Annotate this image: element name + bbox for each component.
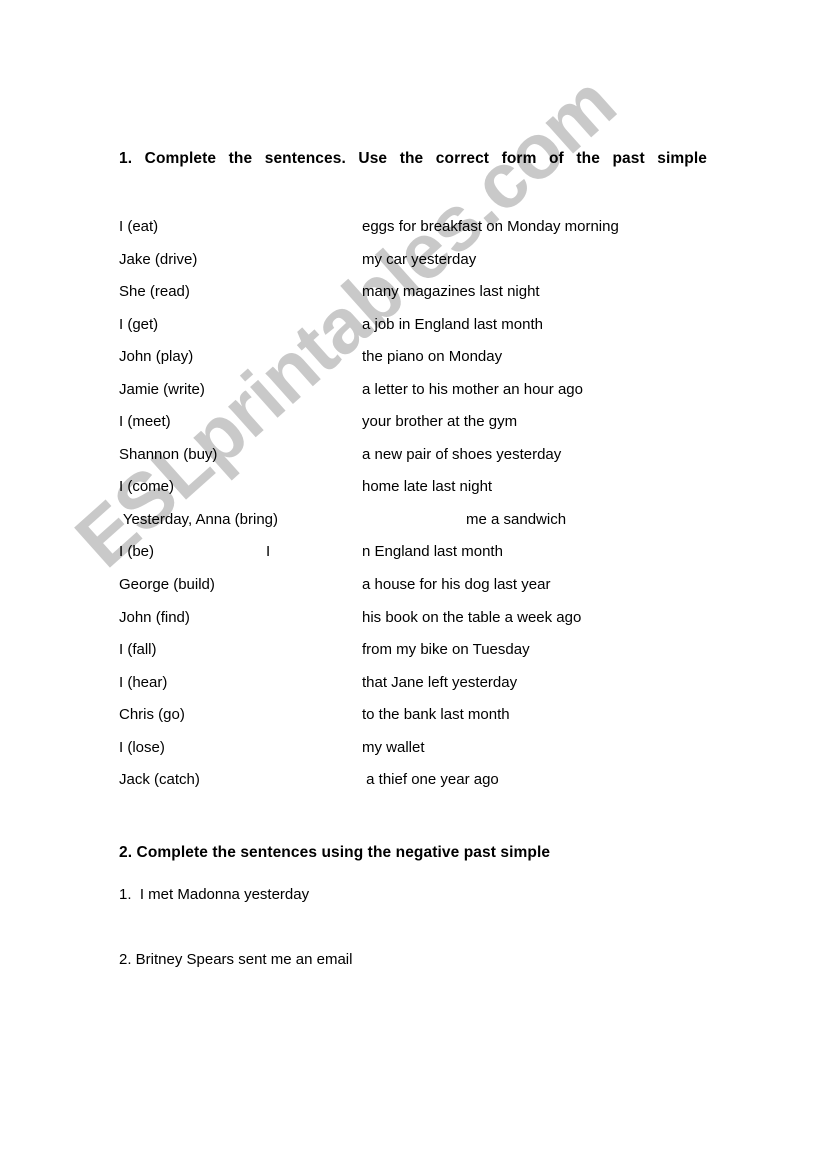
exercise-1-row: Shannon (buy) a new pair of shoes yesterd… — [0, 439, 826, 472]
exercise-1-prompt: Yesterday, Anna (bring) — [119, 510, 278, 528]
exercise-2-item: 2. Britney Spears sent me an email — [119, 951, 353, 968]
exercise-1-completion: home late last night — [362, 478, 493, 496]
exercise-1-row: I (fall) from my bike on Tuesday — [0, 634, 826, 667]
exercise-1-prompt: I (hear) — [119, 673, 168, 691]
exercise-1-completion: from my bike on Tuesday — [362, 641, 530, 659]
exercise-1-row: I (come) home late last night — [0, 471, 826, 504]
exercise-1-row: Jack (catch) a thief one year ago — [0, 764, 826, 797]
exercise-1-row: Jake (drive) my car yesterday — [0, 244, 826, 277]
exercise-1-row: Chris (go) to the bank last month — [0, 699, 826, 732]
exercise-1-gap-mark: I — [266, 543, 271, 561]
exercise-2-item: 1. I met Madonna yesterday — [119, 886, 310, 903]
exercise-1-completion: his book on the table a week ago — [362, 608, 582, 626]
exercise-1-prompt: Jamie (write) — [119, 380, 205, 398]
exercise-1-completion: a letter to his mother an hour ago — [362, 380, 583, 398]
exercise-1-row: George (build) a house for his dog last y… — [0, 569, 826, 602]
exercise-1-prompt: Jake (drive) — [119, 250, 198, 268]
exercise-1-completion: n England last month — [362, 543, 503, 561]
exercise-1-prompt: Shannon (buy) — [119, 445, 218, 463]
exercise-1-completion: my car yesterday — [362, 250, 477, 268]
exercise-1-prompt: I (be) — [119, 543, 155, 561]
exercise-1-prompt: I (get) — [119, 315, 159, 333]
exercise-1-completion: to the bank last month — [362, 706, 510, 724]
worksheet-page: ESLprintables.com 1. Complete the senten… — [0, 0, 826, 1169]
exercise-1-completion: a thief one year ago — [362, 771, 499, 789]
exercise-1-completion: many magazines last night — [362, 283, 540, 301]
exercise-1-completion: a new pair of shoes yesterday — [362, 445, 562, 463]
exercise-1-row: I (be) In England last month — [0, 536, 826, 569]
exercise-1-row: I (lose) my wallet — [0, 732, 826, 765]
exercise-1-completion: that Jane left yesterday — [362, 673, 518, 691]
exercise-1-list: I (eat) eggs for breakfast on Monday morn… — [0, 211, 826, 797]
exercise-1-prompt: She (read) — [119, 283, 190, 301]
exercise-1-row: She (read) many magazines last night — [0, 276, 826, 309]
exercise-1-completion: eggs for breakfast on Monday morning — [362, 218, 619, 235]
exercise-1-prompt: Chris (go) — [119, 706, 185, 724]
exercise-1-prompt: John (find) — [119, 608, 190, 626]
exercise-1-prompt: I (come) — [119, 478, 175, 496]
exercise-1-row: Yesterday, Anna (bring) me a sandwich — [0, 504, 826, 537]
exercise-1-row: Jamie (write) a letter to his mother an h… — [0, 374, 826, 407]
exercise-1-row: I (get) a job in England last month — [0, 309, 826, 342]
exercise-1-prompt: Jack (catch) — [119, 771, 200, 789]
exercise-1-row: I (meet) your brother at the gym — [0, 406, 826, 439]
exercise-1-row: John (find) his book on the table a week … — [0, 602, 826, 635]
exercise-1-row: I (eat) eggs for breakfast on Monday morn… — [0, 211, 826, 244]
exercise-1-completion: my wallet — [362, 738, 425, 756]
exercise-1-completion: a job in England last month — [362, 315, 543, 333]
exercise-1-completion: your brother at the gym — [362, 413, 518, 431]
exercise-1-prompt: I (lose) — [119, 738, 165, 756]
exercise-1-completion: the piano on Monday — [362, 348, 503, 366]
worksheet-content: 1. Complete the sentences. Use the corre… — [0, 0, 826, 1169]
exercise-1-row: I (hear) that Jane left yesterday — [0, 667, 826, 700]
exercise-1-completion: a house for his dog last year — [362, 576, 551, 594]
exercise-2-heading: 2. Complete the sentences using the nega… — [119, 844, 551, 861]
exercise-1-prompt: I (fall) — [119, 641, 157, 659]
exercise-1-completion: me a sandwich — [466, 510, 567, 528]
exercise-1-prompt: I (eat) — [119, 218, 159, 235]
exercise-1-heading: 1. Complete the sentences. Use the corre… — [119, 150, 707, 167]
exercise-1-prompt: I (meet) — [119, 413, 171, 431]
exercise-1-prompt: George (build) — [119, 576, 215, 594]
exercise-1-row: John (play) the piano on Monday — [0, 341, 826, 374]
exercise-1-prompt: John (play) — [119, 348, 194, 366]
